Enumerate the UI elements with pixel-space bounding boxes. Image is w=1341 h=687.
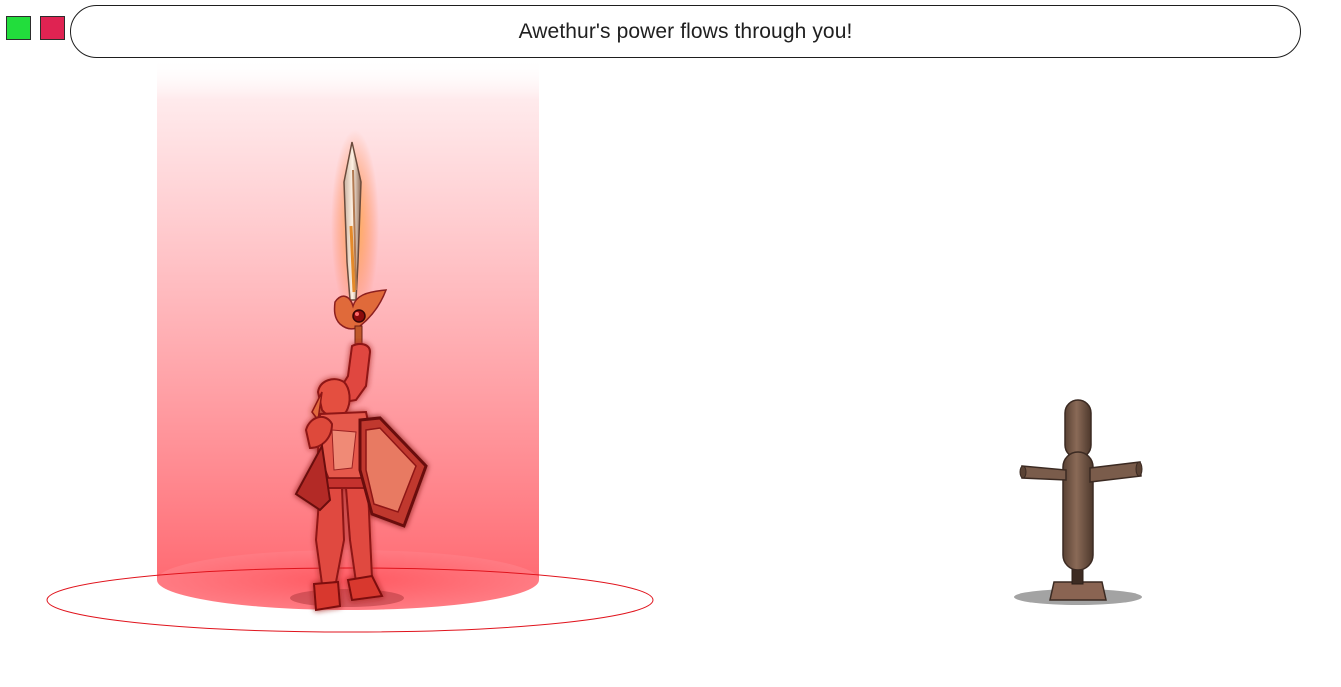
hero-shadow bbox=[290, 589, 404, 607]
battle-scene bbox=[46, 58, 1143, 633]
training-dummy bbox=[1014, 399, 1143, 605]
notification-text: Awethur's power flows through you! bbox=[518, 19, 853, 43]
game-stage: Awethur's power flows through you! bbox=[0, 0, 1341, 687]
notification-bar: Awethur's power flows through you! bbox=[70, 5, 1301, 58]
